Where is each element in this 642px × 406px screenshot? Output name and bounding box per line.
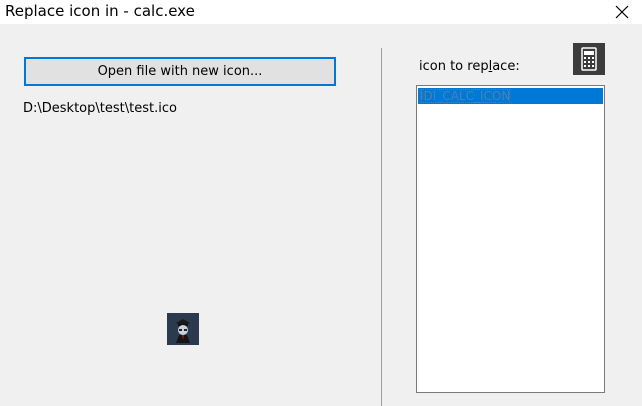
panel-divider	[381, 48, 382, 406]
replace-icon-dialog: Replace icon in - calc.exe Open file wit…	[0, 0, 642, 406]
icon-label-part2: ace:	[492, 59, 520, 74]
title-bar: Replace icon in - calc.exe	[0, 0, 642, 24]
open-file-button[interactable]: Open file with new icon...	[24, 57, 336, 86]
list-item-label: IDI_CALC_ICON	[420, 89, 511, 103]
window-title: Replace icon in - calc.exe	[5, 2, 195, 20]
new-icon-preview	[167, 313, 199, 345]
close-button[interactable]	[602, 0, 642, 24]
icon-label-part1: icon to rep	[419, 59, 489, 74]
calculator-icon	[573, 43, 605, 75]
open-file-button-label: Open file with new icon...	[97, 64, 263, 79]
close-icon	[615, 5, 629, 19]
icon-listbox[interactable]: IDI_CALC_ICON	[416, 85, 605, 393]
list-item[interactable]: IDI_CALC_ICON	[418, 88, 603, 104]
selected-file-path: D:\Desktop\test\test.ico	[23, 101, 177, 116]
icon-to-replace-label: icon to replace:	[419, 59, 520, 75]
